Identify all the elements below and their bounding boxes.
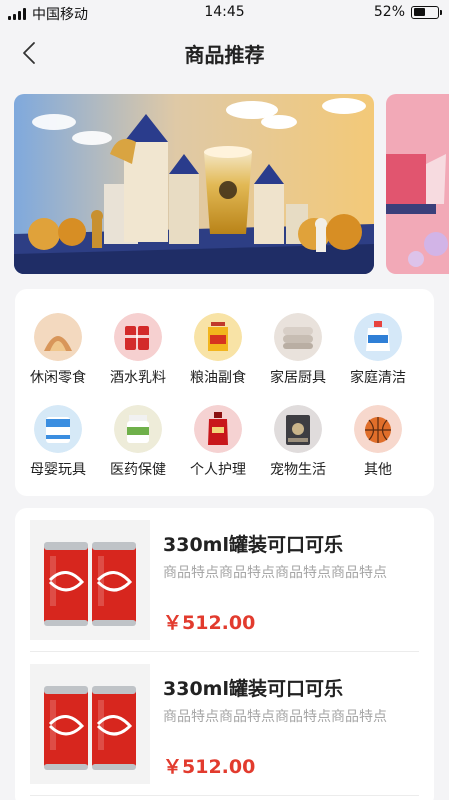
product-list: 330ml罐装可口可乐 商品特点商品特点商品特点商品特点 ￥512.00 330ml罐… [15,508,434,800]
coca-cola-cans-image [30,520,150,640]
product-desc: 商品特点商品特点商品特点商品特点 [163,565,387,581]
banner-castle-bubble-tea[interactable] [14,94,374,274]
status-right: 52% [373,4,442,20]
category-label: 母婴玩具 [30,462,86,478]
supplement-bottle-icon [114,405,162,453]
category-label: 粮油副食 [190,370,246,386]
coca-cola-cans-image [30,664,150,784]
banner-pink-next-preview[interactable] [386,94,449,274]
pink-product-illustration [386,94,449,274]
category-label: 休闲零食 [30,370,86,386]
product-image [30,520,150,640]
product-image [30,664,150,784]
product-desc: 商品特点商品特点商品特点商品特点 [163,709,387,725]
category-item[interactable]: 其他 [338,405,418,479]
castle-bubble-tea-illustration [14,94,374,274]
product-price: ￥512.00 [163,756,256,778]
category-item[interactable]: 宠物生活 [258,405,338,479]
category-item[interactable]: 酒水乳料 [98,313,178,387]
towel-icon [274,313,322,361]
battery-percent: 52% [373,4,405,20]
product-title: 330ml罐装可口可乐 [163,678,343,700]
status-bar: 中国移动 14:45 52% [0,0,449,26]
page-title: 商品推荐 [184,43,265,67]
milk-powder-icon [34,405,82,453]
battery-fill [413,8,426,16]
category-item[interactable]: 粮油副食 [178,313,258,387]
category-label: 家居厨具 [270,370,326,386]
cola-cans-icon [114,313,162,361]
category-item[interactable]: 家居厨具 [258,313,338,387]
category-label: 其他 [364,462,392,478]
banner-carousel[interactable] [0,94,449,274]
category-grid: 休闲零食 酒水乳料 粮油副食 家居厨具 家庭清洁母婴玩具 医药保健 个人护理 宠物生活 其他 [15,289,434,496]
category-item[interactable]: 家庭清洁 [338,313,418,387]
product-item[interactable]: 330ml罐装可口可乐商品特点商品特点商品特点商品特点 ￥512.00 [15,652,434,796]
category-label: 宠物生活 [270,462,326,478]
product-item[interactable]: 330ml罐装可口可乐商品特点商品特点商品特点商品特点 ￥512.00 [15,508,434,652]
category-item[interactable]: 医药保健 [98,405,178,479]
snack-icon [34,313,82,361]
category-item[interactable]: 母婴玩具 [18,405,98,479]
product-price: ￥512.00 [163,612,256,634]
divider [30,795,419,796]
category-label: 家庭清洁 [350,370,406,386]
battery-icon [411,5,442,19]
nav-bar: 商品推荐 [0,26,449,82]
category-label: 酒水乳料 [110,370,166,386]
detergent-icon [354,313,402,361]
product-title: 330ml罐装可口可乐 [163,534,343,556]
cooking-oil-icon [194,313,242,361]
category-label: 医药保健 [110,462,166,478]
category-item[interactable]: 个人护理 [178,405,258,479]
category-label: 个人护理 [190,462,246,478]
pet-food-icon [274,405,322,453]
shampoo-icon [194,405,242,453]
basketball-icon [354,405,402,453]
category-item[interactable]: 休闲零食 [18,313,98,387]
